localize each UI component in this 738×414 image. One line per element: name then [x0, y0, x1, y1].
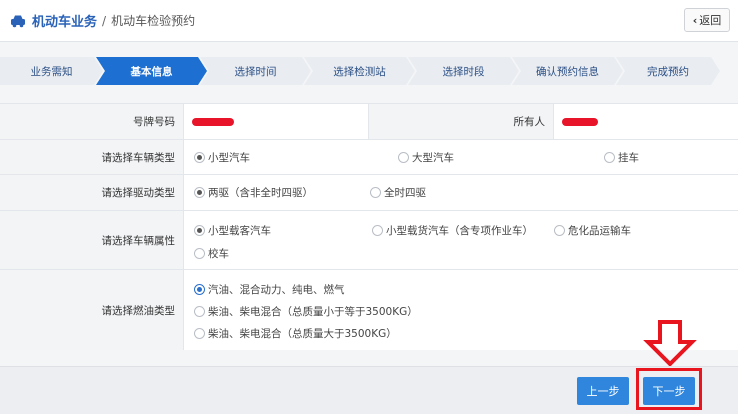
vehicle-type-row: 请选择车辆类型 小型汽车 大型汽车 挂车 — [0, 140, 738, 175]
radio-small-passenger[interactable]: 小型载客汽车 — [194, 223, 271, 238]
vehicle-form: 号牌号码 所有人 请选择车辆类型 小型汽车 大型汽车 挂车 请选择驱动类型 两驱… — [0, 103, 738, 350]
back-button-label: 返回 — [699, 14, 722, 27]
vehicle-attr-label: 请选择车辆属性 — [0, 211, 184, 269]
drive-type-label: 请选择驱动类型 — [0, 175, 184, 210]
drive-type-row: 请选择驱动类型 两驱（含非全时四驱） 全时四驱 — [0, 175, 738, 211]
breadcrumb-separator: / — [102, 13, 107, 28]
step-basic-info: 基本信息 — [96, 57, 207, 85]
breadcrumb: 机动车检验预约 — [111, 14, 196, 28]
radio-hazmat[interactable]: 危化品运输车 — [554, 223, 631, 238]
step-confirm: 确认预约信息 — [512, 57, 623, 85]
highlight-box — [636, 368, 702, 410]
radio-school-bus[interactable]: 校车 — [194, 246, 229, 261]
vehicle-attr-row: 请选择车辆属性 小型载客汽车 小型载货汽车（含专项作业车） 危化品运输车 校车 — [0, 211, 738, 270]
plate-owner-row: 号牌号码 所有人 — [0, 104, 738, 140]
step-complete: 完成预约 — [616, 57, 720, 85]
vehicle-type-options: 小型汽车 大型汽车 挂车 — [184, 140, 738, 174]
radio-diesel-heavy[interactable]: 柴油、柴电混合（总质量大于3500KG） — [194, 326, 397, 341]
radio-two-wheel-drive[interactable]: 两驱（含非全时四驱） — [194, 185, 313, 200]
radio-small-cargo[interactable]: 小型载货汽车（含专项作业车） — [372, 223, 533, 238]
page: 机动车业务 / 机动车检验预约 ‹ 返回 业务需知 基本信息 选择时间 选择检测… — [0, 0, 738, 414]
radio-small-car[interactable]: 小型汽车 — [194, 150, 250, 165]
radio-diesel-light[interactable]: 柴油、柴电混合（总质量小于等于3500KG） — [194, 304, 418, 319]
redacted-plate — [192, 117, 234, 126]
redacted-owner — [562, 117, 598, 126]
step-select-time: 选择时间 — [200, 57, 311, 85]
step-select-slot: 选择时段 — [408, 57, 519, 85]
step-notice: 业务需知 — [0, 57, 103, 85]
radio-large-car[interactable]: 大型汽车 — [398, 150, 454, 165]
owner-value — [554, 104, 738, 139]
vehicle-attr-options: 小型载客汽车 小型载货汽车（含专项作业车） 危化品运输车 校车 — [184, 211, 738, 269]
car-icon — [11, 15, 25, 27]
page-title: 机动车业务 — [32, 15, 98, 30]
drive-type-options: 两驱（含非全时四驱） 全时四驱 — [184, 175, 738, 210]
vehicle-type-label: 请选择车辆类型 — [0, 140, 184, 174]
fuel-type-row: 请选择燃油类型 汽油、混合动力、纯电、燃气 柴油、柴电混合（总质量小于等于350… — [0, 270, 738, 350]
step-select-station: 选择检测站 — [304, 57, 415, 85]
radio-gasoline[interactable]: 汽油、混合动力、纯电、燃气 — [194, 282, 345, 297]
owner-label: 所有人 — [368, 104, 554, 139]
plate-label: 号牌号码 — [0, 104, 184, 139]
plate-value — [184, 104, 368, 139]
down-arrow-icon — [643, 320, 697, 366]
fuel-type-label: 请选择燃油类型 — [0, 270, 184, 350]
chevron-left-icon: ‹ — [692, 13, 698, 27]
back-button[interactable]: ‹ 返回 — [684, 8, 730, 32]
radio-trailer[interactable]: 挂车 — [604, 150, 639, 165]
header: 机动车业务 / 机动车检验预约 ‹ 返回 — [0, 0, 738, 42]
prev-button[interactable]: 上一步 — [577, 377, 629, 405]
radio-full-time-4wd[interactable]: 全时四驱 — [370, 185, 426, 200]
footer: 上一步 下一步 — [0, 366, 738, 414]
step-progress: 业务需知 基本信息 选择时间 选择检测站 选择时段 确认预约信息 完成预约 — [0, 57, 738, 85]
